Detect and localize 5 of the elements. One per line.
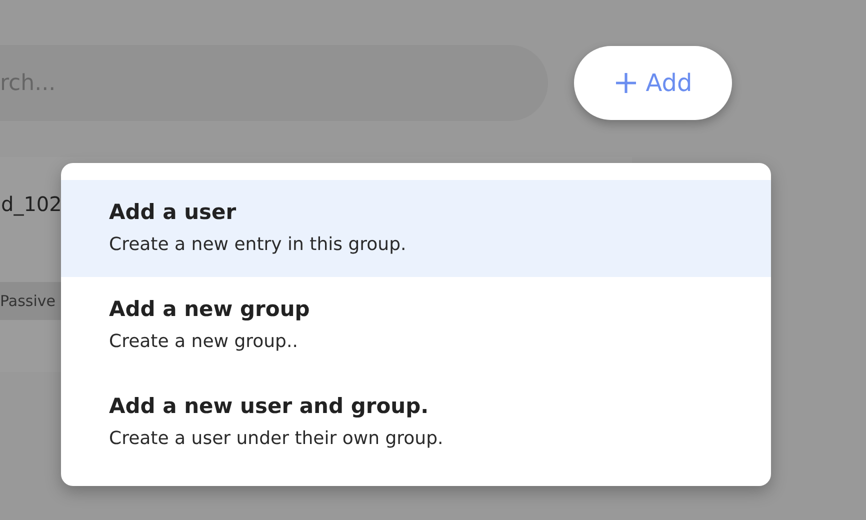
menu-item[interactable]: Add a user Create a new entry in this group. — [61, 180, 771, 277]
menu-item[interactable]: Add a new user and group. Create a user under their own group. — [61, 374, 771, 471]
menu-item[interactable]: Add a new group Create a new group.. — [61, 277, 771, 374]
plus-icon — [614, 71, 638, 95]
card-title: d_102 — [1, 192, 62, 216]
